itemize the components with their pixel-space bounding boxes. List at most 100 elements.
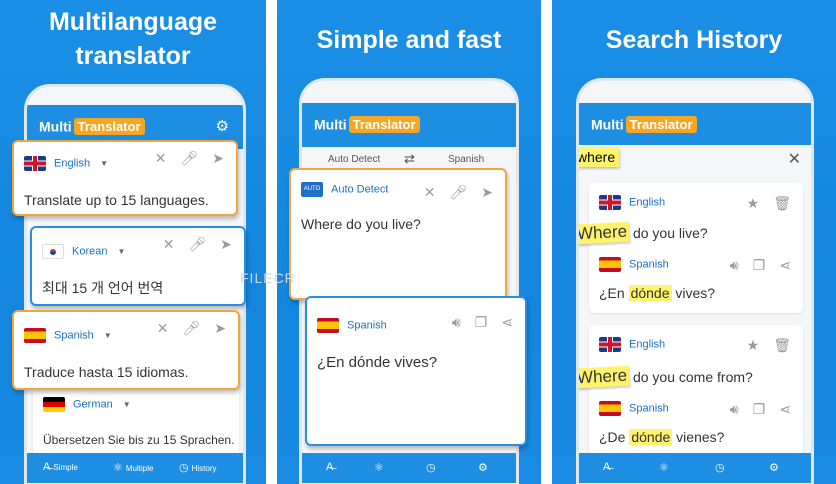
translate-icon: A̶ — [326, 461, 334, 473]
panel-simple-fast: Simple and fast Multi Translator Auto Det… — [277, 0, 541, 484]
search-input[interactable]: where — [579, 147, 620, 167]
history-icon: ◷ — [715, 462, 725, 474]
card-actions: ✕ 🎤︎ ➤ — [149, 236, 232, 253]
share-icon[interactable]: ⋖ — [779, 401, 791, 417]
history-item[interactable]: English ★ 🗑︎ Where do you come from? Span… — [579, 325, 803, 455]
watermark: FILECR — [240, 270, 296, 286]
translation-text: Translate up to 15 languages. — [24, 192, 209, 208]
bottom-nav: A̶ ⚛ ◷ ⚙ — [579, 453, 811, 483]
copy-icon[interactable]: ❐ — [753, 257, 766, 273]
language-selector[interactable]: German ▼ — [43, 397, 131, 412]
target-text: ¿En dónde vives? — [599, 285, 716, 301]
translation-card-german: German ▼ Übersetzen Sie bis zu 15 Sprache… — [33, 387, 239, 459]
app-logo: Multi Translator — [39, 117, 145, 135]
bottom-nav: A̶ ⚛ ◷ ⚙ — [302, 453, 516, 483]
target-text: ¿De dónde vienes? — [599, 429, 725, 445]
nav-history[interactable]: ◷ — [715, 461, 728, 474]
search-bar: where ✕ — [579, 145, 811, 175]
send-icon[interactable]: ➤ — [214, 320, 226, 336]
close-icon[interactable]: ✕ — [155, 150, 167, 166]
card-actions: 🔊︎ ❐ ⋖ — [438, 314, 513, 331]
star-icon[interactable]: ★ — [747, 337, 760, 353]
history-item[interactable]: English ★ 🗑︎ Where do you live? Spanish 🔊… — [579, 183, 803, 313]
panel-search-history: Search History Multi Translator where ✕ E… — [552, 0, 836, 484]
source-language: English — [599, 337, 665, 352]
target-language: Spanish — [599, 257, 669, 272]
multi-translate-icon: ⚛ — [374, 462, 384, 474]
auto-detect-icon: AUTO — [301, 182, 323, 197]
nav-simple[interactable]: A̶ Simple — [43, 461, 78, 473]
spain-flag-icon — [317, 318, 339, 333]
item-actions: 🔊︎ ❐ ⋖ — [716, 401, 791, 418]
item-actions: ★ 🗑︎ — [733, 195, 791, 212]
nav-multiple[interactable]: ⚛ — [374, 461, 387, 474]
language-selector[interactable]: Korean ▼ — [42, 244, 125, 259]
nav-history[interactable]: ◷ — [426, 461, 439, 474]
history-icon: ◷ — [426, 462, 436, 474]
app-bar: Multi Translator — [302, 103, 516, 147]
translation-card-english: English ▼ ✕ 🎤︎ ➤ Translate up to 15 languag… — [12, 140, 238, 216]
swap-languages-icon[interactable]: ⇄ — [404, 151, 415, 167]
source-text: Where do you come from? — [576, 365, 753, 389]
panel-title: Multilanguage — [48, 8, 218, 36]
star-icon[interactable]: ★ — [747, 195, 760, 211]
nav-history[interactable]: ◷ History — [179, 461, 217, 474]
nav-multiple[interactable]: ⚛ — [659, 461, 672, 474]
source-text: Where do you live? — [576, 221, 708, 245]
close-icon[interactable]: ✕ — [163, 236, 175, 252]
language-selector[interactable]: Spanish — [317, 318, 387, 333]
target-language[interactable]: Spanish — [448, 154, 484, 165]
copy-icon[interactable]: ❐ — [753, 401, 766, 417]
close-icon[interactable]: ✕ — [424, 184, 436, 200]
language-selector[interactable]: English ▼ — [24, 156, 108, 171]
item-actions: 🔊︎ ❐ ⋖ — [716, 257, 791, 274]
microphone-icon[interactable]: 🎤︎ — [188, 236, 206, 252]
nav-simple[interactable]: A̶ — [603, 461, 613, 473]
germany-flag-icon — [43, 397, 65, 412]
source-language: English — [599, 195, 665, 210]
send-icon[interactable]: ➤ — [212, 150, 224, 166]
app-logo: Multi Translator — [591, 115, 697, 133]
spain-flag-icon — [24, 328, 46, 343]
speaker-icon[interactable]: 🔊︎ — [452, 314, 461, 330]
input-text[interactable]: Where do you live? — [301, 216, 421, 232]
multi-translate-icon: ⚛ — [113, 462, 123, 474]
send-icon[interactable]: ➤ — [220, 236, 232, 252]
card-actions: ✕ 🎤︎ ➤ — [141, 150, 224, 167]
output-card: Spanish 🔊︎ ❐ ⋖ ¿En dónde vives? — [305, 296, 527, 446]
phone-frame: Multi Translator where ✕ English ★ 🗑︎ Wher… — [576, 78, 814, 484]
output-text: ¿En dónde vives? — [317, 354, 438, 371]
panel-multilanguage: Multilanguage translator Multi Translator… — [0, 0, 266, 484]
speaker-icon[interactable]: 🔊︎ — [730, 257, 739, 273]
speaker-icon[interactable]: 🔊︎ — [730, 401, 739, 417]
card-actions: ✕ 🎤︎ ➤ — [410, 184, 493, 201]
uk-flag-icon — [24, 156, 46, 171]
close-icon[interactable]: ✕ — [157, 320, 169, 336]
translation-card-korean: Korean ▼ ✕ 🎤︎ ➤ 최대 15 개 언어 번역 — [30, 226, 246, 306]
source-language[interactable]: Auto Detect — [328, 154, 380, 165]
send-icon[interactable]: ➤ — [481, 184, 493, 200]
delete-icon[interactable]: 🗑︎ — [773, 337, 791, 353]
item-actions: ★ 🗑︎ — [733, 337, 791, 354]
microphone-icon[interactable]: 🎤︎ — [180, 150, 198, 166]
bottom-nav: A̶ Simple ⚛ Multiple ◷ History — [27, 453, 243, 483]
nav-settings[interactable]: ⚙ — [769, 461, 782, 474]
panel-title: Simple and fast — [316, 26, 502, 54]
spain-flag-icon — [599, 401, 621, 416]
nav-simple[interactable]: A̶ — [326, 461, 336, 473]
language-selector[interactable]: AUTO Auto Detect — [301, 182, 388, 197]
delete-icon[interactable]: 🗑︎ — [773, 195, 791, 211]
card-actions: ✕ 🎤︎ ➤ — [143, 320, 226, 337]
share-icon[interactable]: ⋖ — [501, 314, 513, 330]
share-icon[interactable]: ⋖ — [779, 257, 791, 273]
gear-icon[interactable]: ⚙ — [216, 117, 229, 135]
nav-multiple[interactable]: ⚛ Multiple — [113, 461, 153, 474]
multi-translate-icon: ⚛ — [659, 462, 669, 474]
microphone-icon[interactable]: 🎤︎ — [182, 320, 200, 336]
nav-settings[interactable]: ⚙ — [478, 461, 491, 474]
close-icon[interactable]: ✕ — [788, 149, 801, 169]
app-logo: Multi Translator — [314, 115, 420, 133]
microphone-icon[interactable]: 🎤︎ — [449, 184, 467, 200]
language-selector[interactable]: Spanish ▼ — [24, 328, 112, 343]
copy-icon[interactable]: ❐ — [475, 314, 488, 330]
